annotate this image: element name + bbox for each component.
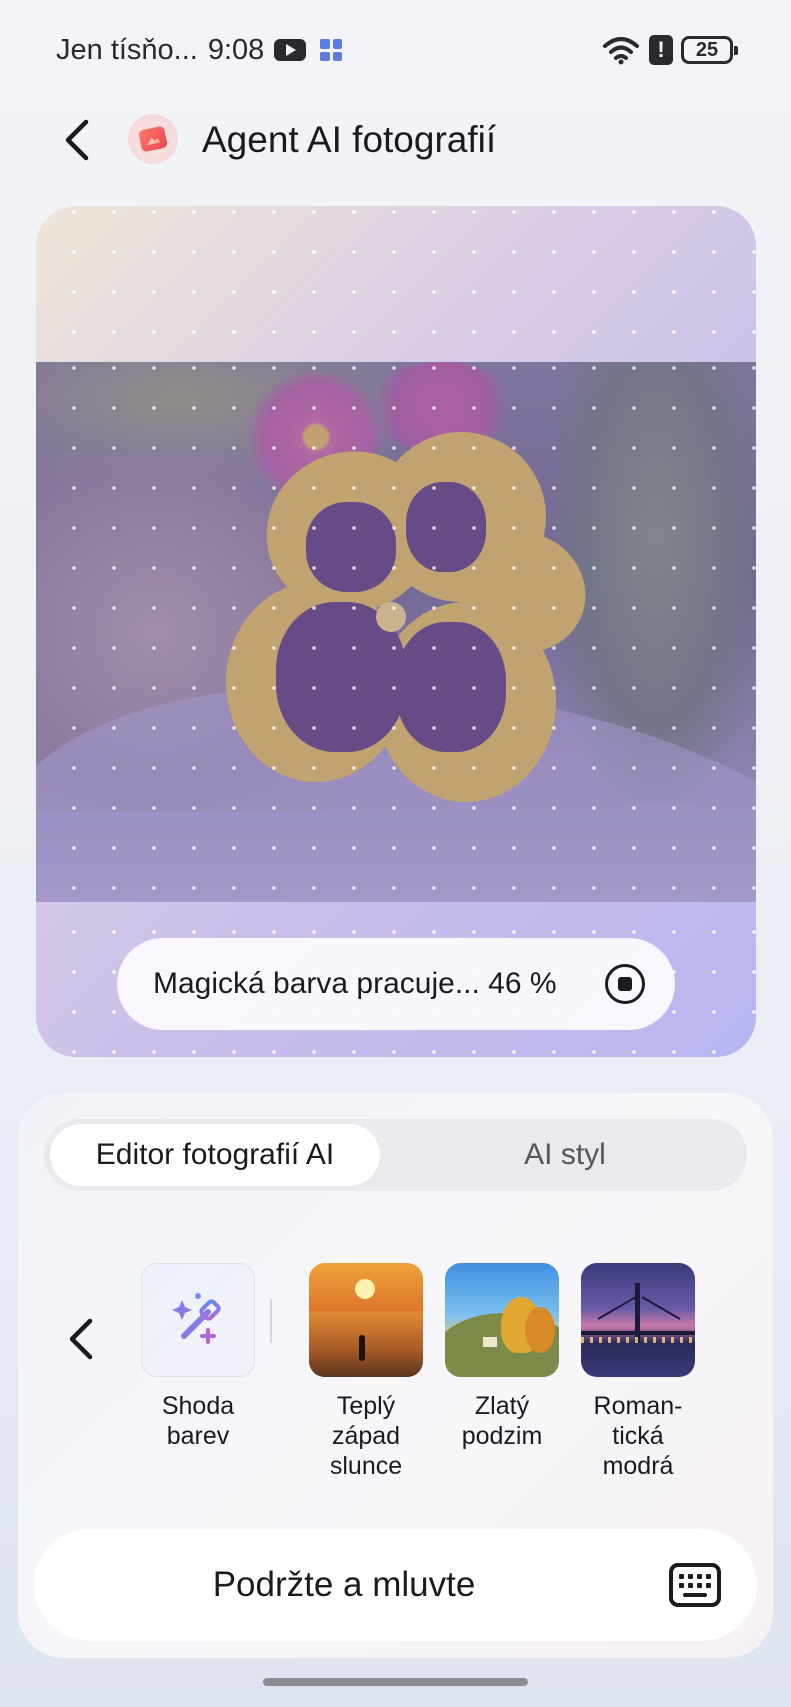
photo-image <box>36 362 756 902</box>
alert-icon: ! <box>649 35 673 65</box>
page-title: Agent AI fotografií <box>202 119 497 160</box>
style-item-warm-sunset[interactable]: Teplý západ slunce <box>306 1263 426 1481</box>
style-label: Shoda barev <box>161 1392 235 1450</box>
hold-to-talk-button[interactable]: Podržte a mluvte <box>34 1529 757 1641</box>
back-button[interactable] <box>56 116 100 164</box>
status-bar: Jen tísňo... 9:08 ! 25 <box>0 0 791 100</box>
stop-button[interactable] <box>605 964 645 1004</box>
bottom-panel: Editor fotografií AI AI styl Shoda barev <box>18 1093 773 1658</box>
tab-ai-style[interactable]: AI styl <box>390 1124 740 1186</box>
header: Agent AI fotografií <box>0 100 791 180</box>
processing-status: Magická barva pracuje... 46 % <box>117 938 675 1030</box>
style-label: Zlatý podzim <box>461 1392 543 1450</box>
magic-wand-icon <box>141 1263 255 1377</box>
tab-bar: Editor fotografií AI AI styl <box>44 1119 747 1191</box>
style-item-romantic-blue[interactable]: Roman-tická modrá <box>578 1263 698 1481</box>
style-label: Teplý západ slunce <box>329 1392 403 1480</box>
tab-editor[interactable]: Editor fotografií AI <box>50 1124 380 1186</box>
status-right: ! 25 <box>601 30 738 70</box>
chevron-left-icon[interactable] <box>62 1315 102 1363</box>
autumn-thumbnail <box>445 1263 559 1377</box>
keyboard-icon[interactable] <box>669 1563 721 1607</box>
clock: 9:08 <box>207 33 265 66</box>
style-label: Roman-tická modrá <box>593 1392 683 1480</box>
style-item-golden-autumn[interactable]: Zlatý podzim <box>442 1263 562 1451</box>
battery-icon: 25 <box>681 36 738 64</box>
photos-app-icon <box>128 114 178 164</box>
stop-icon <box>618 977 632 991</box>
style-carousel: Shoda barev Teplý západ slunce Zlatý pod… <box>18 1263 773 1503</box>
photo-preview-card: Magická barva pracuje... 46 % <box>36 206 756 1057</box>
wifi-icon <box>603 37 639 65</box>
home-indicator[interactable] <box>263 1678 528 1686</box>
style-item-color-match[interactable]: Shoda barev <box>138 1263 258 1451</box>
youtube-icon <box>274 39 307 61</box>
sunset-thumbnail <box>309 1263 423 1377</box>
bridge-thumbnail <box>581 1263 695 1377</box>
apps-icon <box>320 39 343 61</box>
status-left: Jen tísňo... 9:08 <box>56 28 343 72</box>
hold-to-talk-label: Podržte a mluvte <box>212 1565 476 1604</box>
battery-level: 25 <box>695 39 719 61</box>
processing-status-text: Magická barva pracuje... 46 % <box>153 967 557 1000</box>
carrier-text: Jen tísňo... <box>56 33 198 66</box>
divider <box>270 1299 272 1343</box>
